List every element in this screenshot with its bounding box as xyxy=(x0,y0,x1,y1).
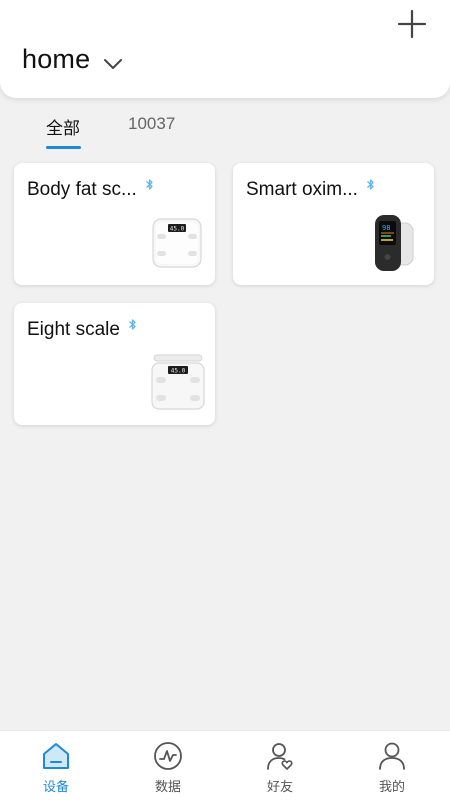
nav-item-devices[interactable]: 设备 xyxy=(0,731,112,800)
device-name: Smart oxim... xyxy=(246,178,375,201)
device-name-text: Body fat sc... xyxy=(27,179,137,200)
header: home xyxy=(0,0,450,98)
nav-item-data[interactable]: 数据 xyxy=(112,731,224,800)
home-tabs: 全部 10037 xyxy=(0,110,450,154)
bottom-nav: 设备 数据 好友 我的 xyxy=(0,730,450,800)
bluetooth-icon xyxy=(129,319,136,330)
nav-item-friends[interactable]: 好友 xyxy=(224,731,336,800)
friend-heart-icon xyxy=(267,743,293,770)
bluetooth-icon xyxy=(366,179,374,190)
nav-label: 数据 xyxy=(154,779,181,794)
device-name: Eight scale xyxy=(27,318,137,341)
device-name-text: Eight scale xyxy=(27,319,120,340)
home-title: home xyxy=(22,44,91,74)
device-card-eight-scale[interactable]: Eight scale 45.0 xyxy=(14,303,215,425)
tab-all[interactable]: 全部 xyxy=(46,114,80,139)
home-selector[interactable]: home xyxy=(22,44,124,75)
oximeter-display-value: 98 xyxy=(382,224,390,232)
device-card-body-fat-scale[interactable]: Body fat sc... 45.0 xyxy=(14,163,215,285)
chevron-down-icon xyxy=(104,58,123,69)
device-name-text: Smart oxim... xyxy=(246,179,358,200)
active-tab-indicator xyxy=(46,146,81,149)
scale-display-value: 45.0 xyxy=(170,225,185,232)
nav-item-me[interactable]: 我的 xyxy=(336,731,448,800)
plus-icon[interactable] xyxy=(396,8,428,40)
nav-label: 设备 xyxy=(42,779,69,794)
house-icon xyxy=(43,743,69,769)
activity-chart-icon xyxy=(154,742,182,770)
device-name: Body fat sc... xyxy=(27,178,154,201)
nav-label: 我的 xyxy=(378,779,405,794)
nav-label: 好友 xyxy=(266,779,293,794)
pulse-oximeter-image: 98 xyxy=(375,215,414,271)
device-card-smart-oximeter[interactable]: Smart oxim... 98 xyxy=(233,163,434,285)
bluetooth-icon xyxy=(145,179,153,190)
scale-display-value: 45.0 xyxy=(171,367,186,374)
person-icon xyxy=(379,742,405,770)
body-fat-scale-image: 45.0 xyxy=(152,218,202,268)
tab-10037[interactable]: 10037 xyxy=(128,114,175,134)
eight-electrode-scale-image: 45.0 xyxy=(151,354,205,410)
